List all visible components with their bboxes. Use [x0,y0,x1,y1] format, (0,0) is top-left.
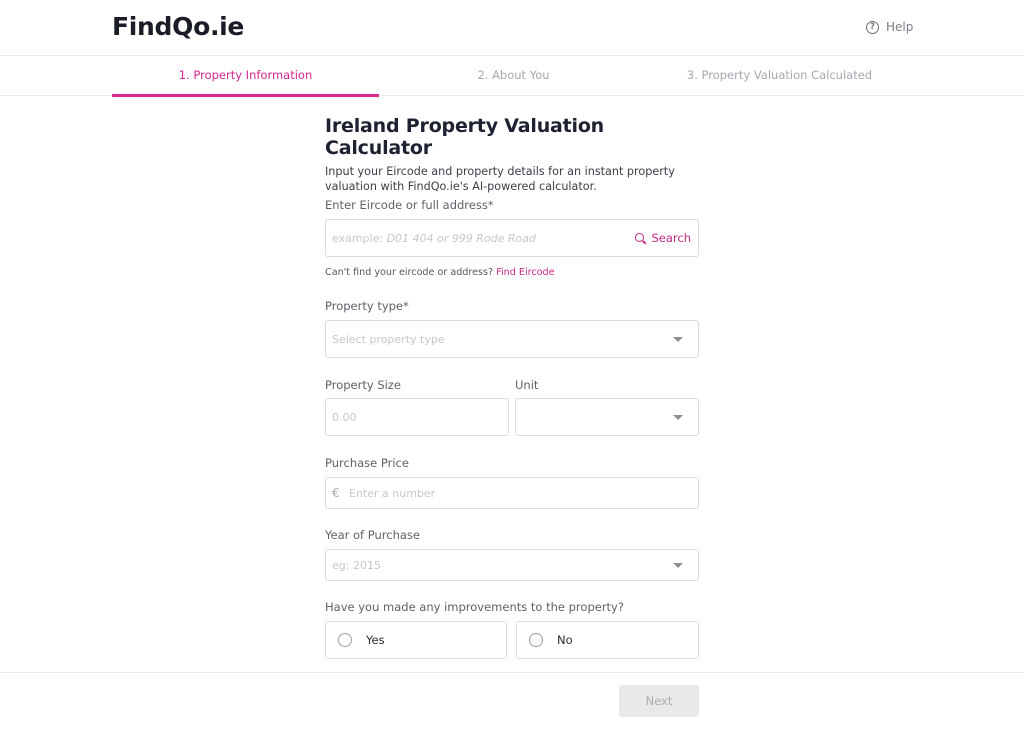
radio-circle-icon[interactable] [338,633,352,647]
step-property-valuation-calculated[interactable]: 3. Property Valuation Calculated [646,56,913,96]
euro-icon: € [332,486,340,500]
page-title: Ireland Property Valuation Calculator [325,115,605,159]
purchase-price-placeholder: Enter a number [349,487,436,500]
page-subtitle: Input your Eircode and property details … [325,165,675,193]
help-label: Help [886,20,914,34]
help-link[interactable]: ? Help [866,20,913,34]
find-eircode-help: Can't find your eircode or address? Find… [325,267,555,278]
unit-label: Unit [515,378,539,392]
property-type-select[interactable]: Select property type [325,320,699,358]
year-of-purchase-select[interactable]: eg: 2015 [325,549,699,581]
improvements-option-yes[interactable]: Yes [325,621,507,659]
property-type-placeholder: Select property type [332,333,445,346]
search-icon [635,232,646,244]
property-size-label: Property Size [325,378,401,392]
find-eircode-help-text: Can't find your eircode or address? [325,267,494,278]
step-property-information[interactable]: 1. Property Information [112,56,379,97]
next-button[interactable]: Next [619,685,699,717]
chevron-down-icon [673,337,683,342]
address-input[interactable]: example: D01 404 or 999 Rode Road Search [325,219,699,257]
improvements-option-yes-label: Yes [366,633,385,647]
find-eircode-link[interactable]: Find Eircode [496,267,554,278]
top-header: FindQo.ie ? Help [0,0,1024,56]
unit-select[interactable] [515,398,699,436]
purchase-price-label: Purchase Price [325,456,409,470]
progress-steps: 1. Property Information 2. About You 3. … [0,56,1024,97]
search-button[interactable]: Search [635,231,691,245]
footer-bar: Next [0,672,1024,729]
address-label: Enter Eircode or full address* [325,198,494,212]
chevron-down-icon [673,415,683,420]
step-about-you[interactable]: 2. About You [380,56,647,96]
logo[interactable]: FindQo.ie [112,12,244,41]
question-circle-icon: ? [866,20,879,34]
address-placeholder: example: D01 404 or 999 Rode Road [332,232,536,245]
radio-circle-icon[interactable] [529,633,543,647]
valuation-form: Ireland Property Valuation Calculator In… [325,115,699,194]
purchase-price-input[interactable]: € Enter a number [325,477,699,509]
property-size-input[interactable]: 0.00 [325,398,509,436]
improvements-option-no[interactable]: No [516,621,699,659]
property-type-label: Property type* [325,299,409,313]
improvements-label: Have you made any improvements to the pr… [325,600,624,614]
property-size-placeholder: 0.00 [332,411,357,424]
improvements-option-no-label: No [557,633,573,647]
year-of-purchase-label: Year of Purchase [325,528,420,542]
search-button-label: Search [651,231,691,245]
chevron-down-icon [673,563,683,568]
year-of-purchase-placeholder: eg: 2015 [332,559,381,572]
